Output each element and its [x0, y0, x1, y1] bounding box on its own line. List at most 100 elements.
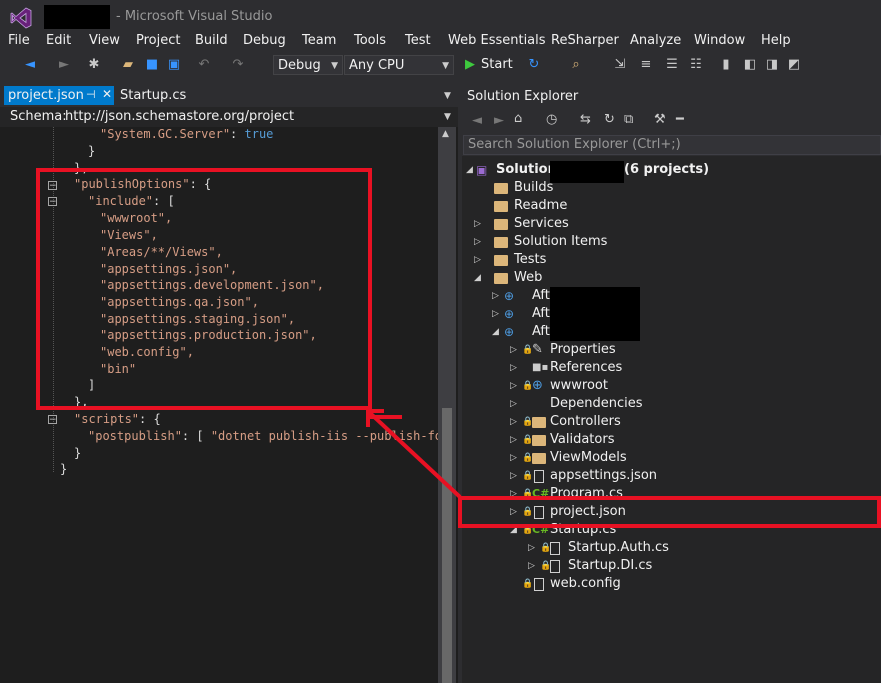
json-file-icon [534, 470, 544, 483]
forward-icon[interactable]: ► [494, 113, 504, 128]
bookmark-prev-icon[interactable]: ◧ [742, 57, 758, 73]
indent-icon[interactable]: ≡ [638, 57, 654, 73]
tree-item-label: Startup.Auth.cs [568, 540, 669, 555]
menu-resharper[interactable]: ReSharper [551, 33, 619, 48]
navigate-forward-icon[interactable]: ► [56, 57, 72, 73]
sync-icon[interactable]: ⇆ [580, 112, 591, 127]
folder-icon [532, 435, 546, 446]
pin-icon[interactable]: ⊣ [86, 88, 96, 101]
cs-file-icon [550, 560, 560, 573]
uncomment-icon[interactable]: ☷ [688, 57, 704, 73]
solution-explorer-search-input[interactable]: Search Solution Explorer (Ctrl+;) [463, 135, 881, 155]
menu-test[interactable]: Test [405, 33, 431, 48]
folder-icon [494, 219, 508, 230]
refresh-icon[interactable]: ↻ [526, 57, 542, 73]
save-all-icon[interactable]: ▣ [166, 57, 182, 73]
solution-explorer-toolbar: ◄ ► ⌂ ◷ ⇆ ↻ ⧉ ⚒ ━ [462, 108, 881, 134]
tree-item-label: Readme [514, 198, 568, 213]
tree-item-label: Dependencies [550, 396, 643, 411]
chevron-down-icon: ▼ [442, 61, 449, 71]
tab-startup-cs[interactable]: Startup.cs [120, 88, 186, 103]
fold-toggle-icon[interactable]: − [48, 415, 57, 425]
tree-item-label: web.config [550, 576, 621, 591]
menu-window[interactable]: Window [694, 33, 745, 48]
platform-select[interactable]: Any CPU ▼ [344, 55, 454, 75]
menu-analyze[interactable]: Analyze [630, 33, 681, 48]
code-line: } [74, 446, 82, 460]
menu-help[interactable]: Help [761, 33, 791, 48]
folder-icon [532, 453, 546, 464]
bookmark-clear-icon[interactable]: ◩ [786, 57, 802, 73]
menu-build[interactable]: Build [195, 33, 228, 48]
references-icon: ■▪ [532, 362, 549, 373]
tree-item-label: Services [514, 216, 569, 231]
preview-icon[interactable]: ━ [676, 112, 684, 127]
bookmark-icon[interactable]: ▮ [718, 57, 734, 73]
redo-icon[interactable]: ↷ [230, 57, 246, 73]
chevron-down-icon[interactable]: ▼ [444, 112, 451, 122]
find-icon[interactable]: ⌕ [568, 57, 584, 73]
comment-icon[interactable]: ☰ [664, 57, 680, 73]
code-line: "scripts": { [74, 412, 161, 426]
bookmark-next-icon[interactable]: ◨ [764, 57, 780, 73]
menu-web-essentials[interactable]: Web Essentials [448, 33, 546, 48]
platform-value: Any CPU [349, 58, 405, 73]
open-file-icon[interactable]: ▰ [120, 57, 136, 73]
save-icon[interactable]: ■ [144, 57, 160, 73]
folder-icon [532, 417, 546, 428]
navigate-back-icon[interactable]: ◄ [22, 57, 38, 73]
step-over-icon[interactable]: ⇲ [612, 57, 628, 73]
menu-tools[interactable]: Tools [354, 33, 386, 48]
tree-item-label: Solution Items [514, 234, 608, 249]
chevron-down-icon: ▼ [331, 61, 338, 71]
tree-item-label: Builds [514, 180, 554, 195]
redacted-solution-name [550, 161, 624, 183]
tree-item-label: wwwroot [550, 378, 608, 393]
solution-label: Solution [496, 162, 557, 177]
menu-debug[interactable]: Debug [243, 33, 286, 48]
refresh-icon[interactable]: ↻ [604, 112, 615, 127]
back-icon[interactable]: ◄ [472, 113, 482, 128]
tab-project-json[interactable]: project.json ⊣ ✕ [4, 86, 114, 105]
wrench-icon: ✎ [532, 342, 543, 357]
folder-icon [494, 201, 508, 212]
tree-item-label: Tests [514, 252, 547, 267]
menu-team[interactable]: Team [302, 33, 336, 48]
menu-view[interactable]: View [89, 33, 120, 48]
tree-item-label: Startup.DI.cs [568, 558, 653, 573]
config-file-icon [534, 578, 544, 591]
tree-item-label: appsettings.json [550, 468, 658, 483]
schema-url[interactable]: http://json.schemastore.org/project [65, 109, 294, 124]
menu-file[interactable]: File [8, 33, 30, 48]
highlight-arrow-icon [366, 409, 462, 499]
folder-icon [494, 255, 508, 266]
pending-changes-icon[interactable]: ◷ [546, 112, 557, 127]
home-icon[interactable]: ⌂ [514, 111, 522, 126]
tree-item-label: Properties [550, 342, 616, 357]
highlight-box-publish-options [36, 168, 372, 410]
highlight-box-project-json [458, 496, 881, 528]
folder-icon [494, 273, 508, 284]
tree-item-label: References [550, 360, 623, 375]
tab-overflow-chevron-icon[interactable]: ▼ [444, 91, 451, 101]
solution-explorer-header: Solution Explorer [462, 86, 881, 108]
configuration-value: Debug [278, 58, 321, 73]
tree-item-label: Controllers [550, 414, 621, 429]
new-project-icon[interactable]: ✱ [86, 57, 102, 73]
start-play-icon[interactable]: ▶ [462, 57, 478, 73]
folder-icon [494, 183, 508, 194]
undo-icon[interactable]: ↶ [196, 57, 212, 73]
globe-icon: ⊕ [532, 378, 543, 393]
menu-edit[interactable]: Edit [46, 33, 71, 48]
window-title: - Microsoft Visual Studio [116, 9, 273, 24]
collapse-all-icon[interactable]: ⧉ [624, 112, 633, 127]
properties-wrench-icon[interactable]: ⚒ [654, 112, 666, 127]
menu-project[interactable]: Project [136, 33, 180, 48]
scroll-up-icon[interactable]: ▲ [442, 129, 449, 139]
schema-bar[interactable]: Schema: http://json.schemastore.org/proj… [0, 107, 458, 127]
start-button-label[interactable]: Start [481, 57, 513, 72]
configuration-select[interactable]: Debug ▼ [273, 55, 343, 75]
redacted-title-block [44, 5, 110, 29]
solution-explorer-title: Solution Explorer [467, 89, 579, 104]
close-icon[interactable]: ✕ [102, 87, 112, 101]
